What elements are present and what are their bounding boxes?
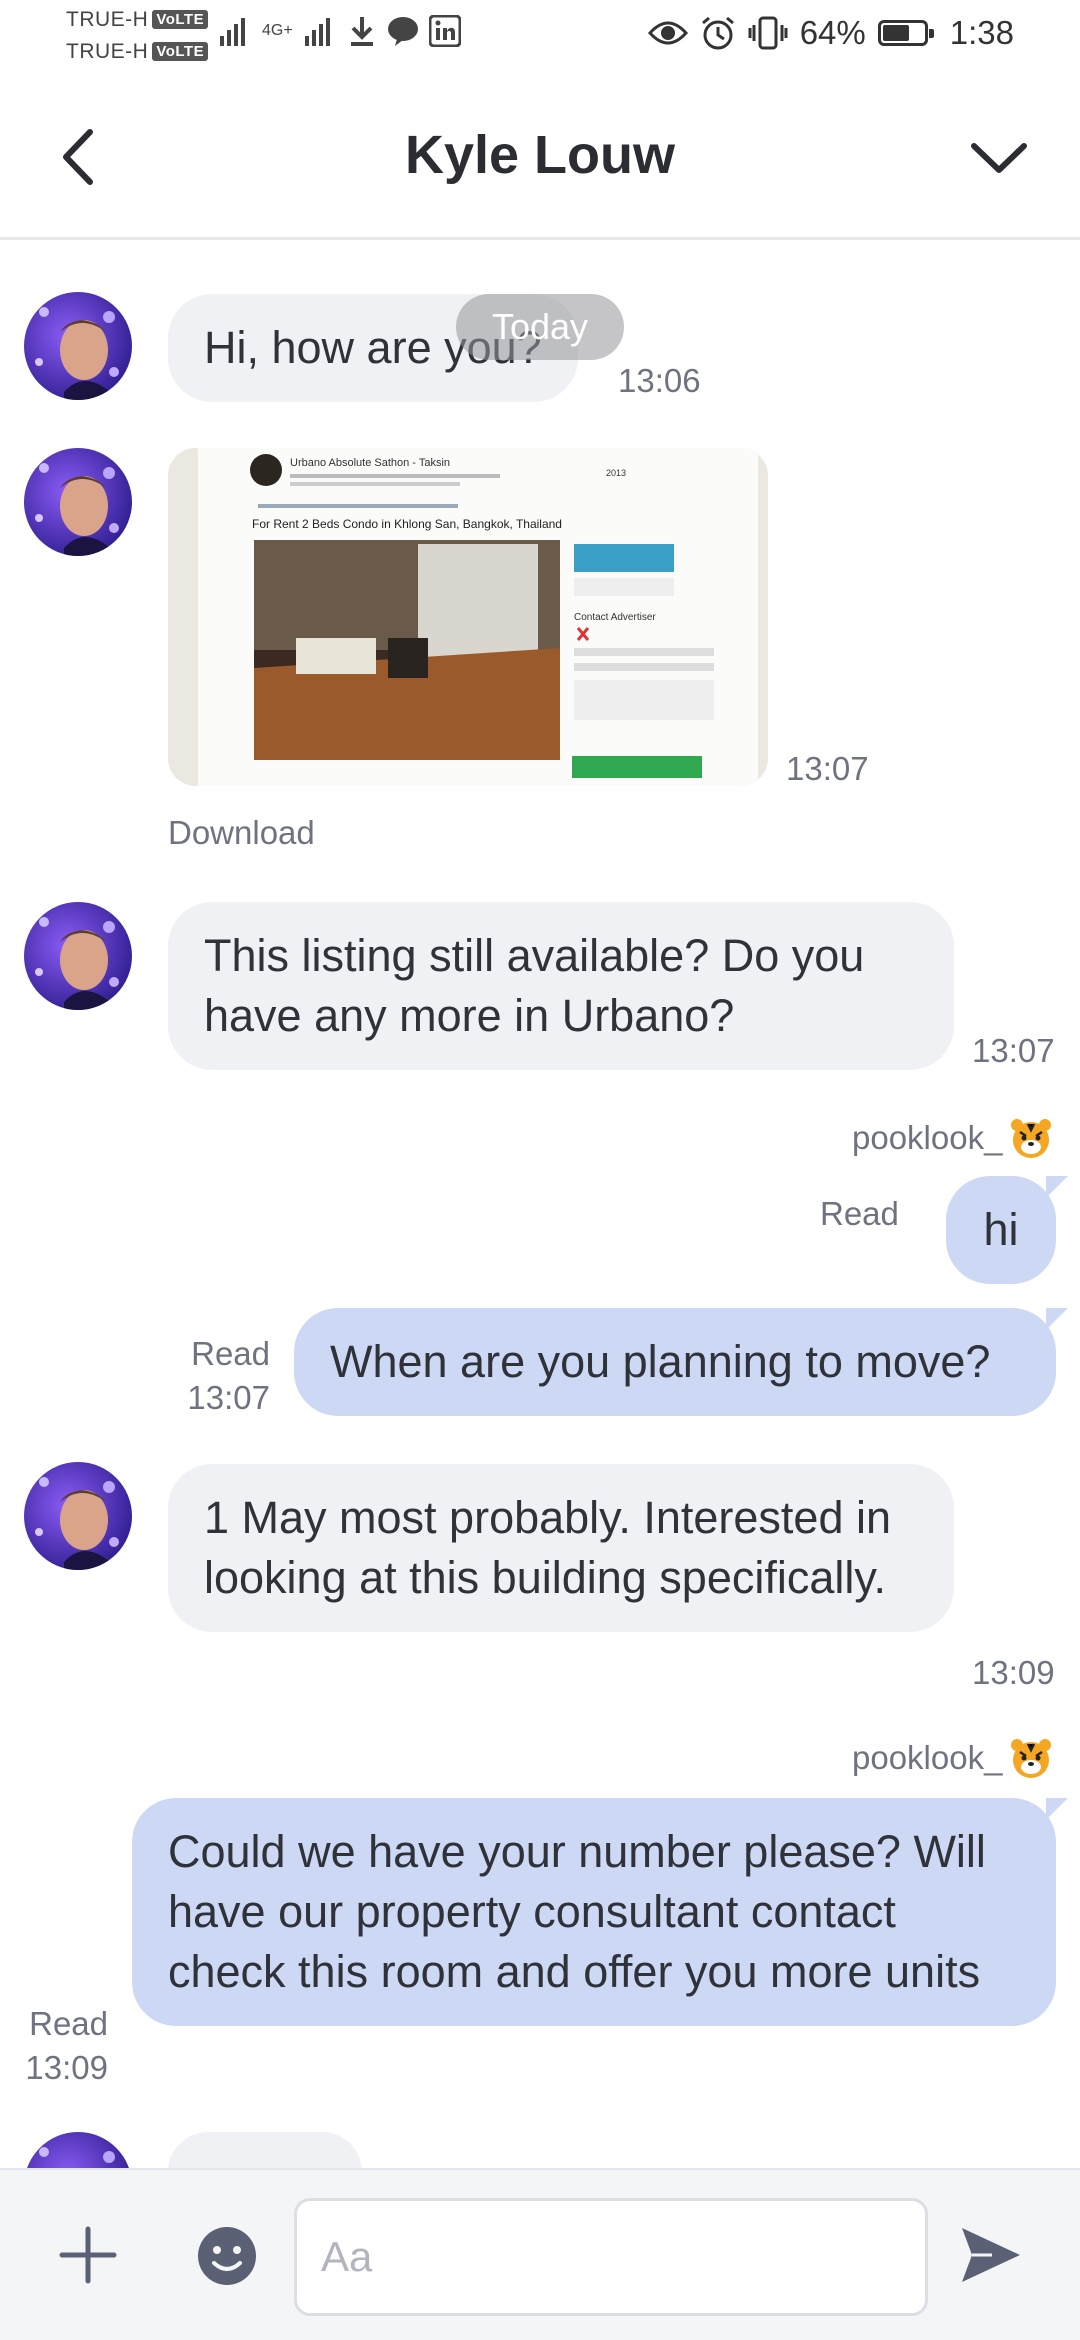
message-time: 13:09 <box>972 1654 1055 1691</box>
read-receipt: Read <box>191 1335 270 1372</box>
message-bubble-outgoing[interactable]: Could we have your number please? Will h… <box>132 1798 1056 2026</box>
contact-name: Kyle Louw <box>404 125 676 185</box>
sender-label: pooklook_ <box>852 1739 1003 1776</box>
linkedin-icon <box>428 15 461 47</box>
message-list[interactable]: Hi, how are you? Today 13:06 Urbano Abso… <box>0 240 1080 2168</box>
avatar-image <box>24 1462 132 1570</box>
message-time: 13:06 <box>618 362 701 399</box>
sender-name: pooklook_ <box>852 1736 1054 1780</box>
carrier-2: TRUE-H VoLTE <box>66 40 209 64</box>
avatar-image <box>24 902 132 1010</box>
avatar[interactable] <box>24 448 132 556</box>
emoji-button[interactable] <box>196 2225 258 2287</box>
message-input[interactable] <box>294 2198 928 2316</box>
composer-bar <box>0 2168 1080 2340</box>
avatar[interactable] <box>24 2132 132 2168</box>
avatar-image <box>24 448 132 556</box>
tiger-emoji-icon <box>1011 1739 1052 1778</box>
battery-fill <box>882 25 909 41</box>
download-link[interactable]: Download <box>168 814 315 852</box>
message-text: When are you planning to move? <box>330 1336 991 1387</box>
line-app-icon <box>387 17 418 46</box>
download-icon <box>350 17 373 46</box>
send-button[interactable] <box>958 2222 1024 2288</box>
read-receipt: Read <box>29 2005 108 2042</box>
chevron-down-icon[interactable] <box>966 128 1032 188</box>
avatar[interactable] <box>24 902 132 1010</box>
message-text: Could we have your number please? Will h… <box>168 1826 986 1997</box>
message-time: 13:09 <box>25 2049 108 2086</box>
avatar[interactable] <box>24 1462 132 1570</box>
add-attachment-button[interactable] <box>58 2225 118 2285</box>
avatar-image <box>24 292 132 400</box>
battery-icon <box>877 20 934 46</box>
tiger-emoji-icon <box>1011 1119 1052 1158</box>
avatar[interactable] <box>24 292 132 400</box>
status-icons-left: 4G+ <box>218 14 461 48</box>
status-icons-right: 64% 1:38 <box>647 14 1014 52</box>
alarm-icon <box>701 16 734 50</box>
message-bubble-outgoing[interactable]: When are you planning to move? <box>294 1308 1056 1416</box>
network-type: 4G+ <box>262 22 293 39</box>
photo-listing-title: For Rent 2 Beds Condo in Khlong San, Ban… <box>252 517 562 531</box>
bubble-tail <box>1046 1308 1068 1330</box>
message-time: 13:07 <box>187 1379 270 1416</box>
status-bar: TRUE-H VoLTE TRUE-H VoLTE 4G+ 64% 1:38 <box>0 0 1080 78</box>
volte-badge-2: VoLTE <box>152 42 209 61</box>
chat-header: Kyle Louw <box>0 78 1080 240</box>
message-time: 13:07 <box>786 750 869 787</box>
message-meta: Read 13:07 <box>180 1332 270 1420</box>
date-separator: Today <box>456 294 624 360</box>
message-text: 1 May most probably. Interested in looki… <box>204 1492 891 1603</box>
sender-name: pooklook_ <box>852 1116 1054 1160</box>
shared-photo[interactable]: Urbano Absolute Sathon - Taksin 2013 For… <box>168 448 768 786</box>
message-time: 13:07 <box>972 1032 1055 1069</box>
message-bubble-incoming[interactable] <box>168 2132 362 2168</box>
battery-percent: 64% <box>799 14 866 51</box>
message-text: This listing still available? Do you hav… <box>204 930 865 1041</box>
sender-label: pooklook_ <box>852 1119 1003 1156</box>
eye-icon <box>647 21 688 45</box>
message-text: hi <box>983 1204 1019 1255</box>
carrier-1: TRUE-H VoLTE <box>66 8 209 32</box>
clock: 1:38 <box>949 14 1014 51</box>
volte-badge: VoLTE <box>152 10 209 29</box>
message-bubble-incoming[interactable]: This listing still available? Do you hav… <box>168 902 954 1070</box>
bubble-tail <box>1046 1176 1068 1198</box>
read-receipt: Read <box>820 1195 899 1232</box>
vibrate-icon <box>748 16 788 50</box>
message-meta: Read 13:09 <box>14 2002 108 2090</box>
avatar-image <box>24 2132 132 2168</box>
message-bubble-incoming[interactable]: 1 May most probably. Interested in looki… <box>168 1464 954 1632</box>
photo-contact-label: Contact Advertiser <box>574 612 656 623</box>
message-bubble-outgoing[interactable]: hi <box>946 1176 1056 1284</box>
carrier-2-label: TRUE-H <box>66 40 149 63</box>
carrier-1-label: TRUE-H <box>66 8 149 31</box>
listing-screenshot-image: Urbano Absolute Sathon - Taksin 2013 For… <box>168 448 768 786</box>
photo-building-name: Urbano Absolute Sathon - Taksin <box>290 457 450 469</box>
bubble-tail <box>1046 1798 1068 1820</box>
signal-icon <box>220 18 245 46</box>
photo-year: 2013 <box>606 468 626 478</box>
signal-icon-2 <box>304 18 330 46</box>
